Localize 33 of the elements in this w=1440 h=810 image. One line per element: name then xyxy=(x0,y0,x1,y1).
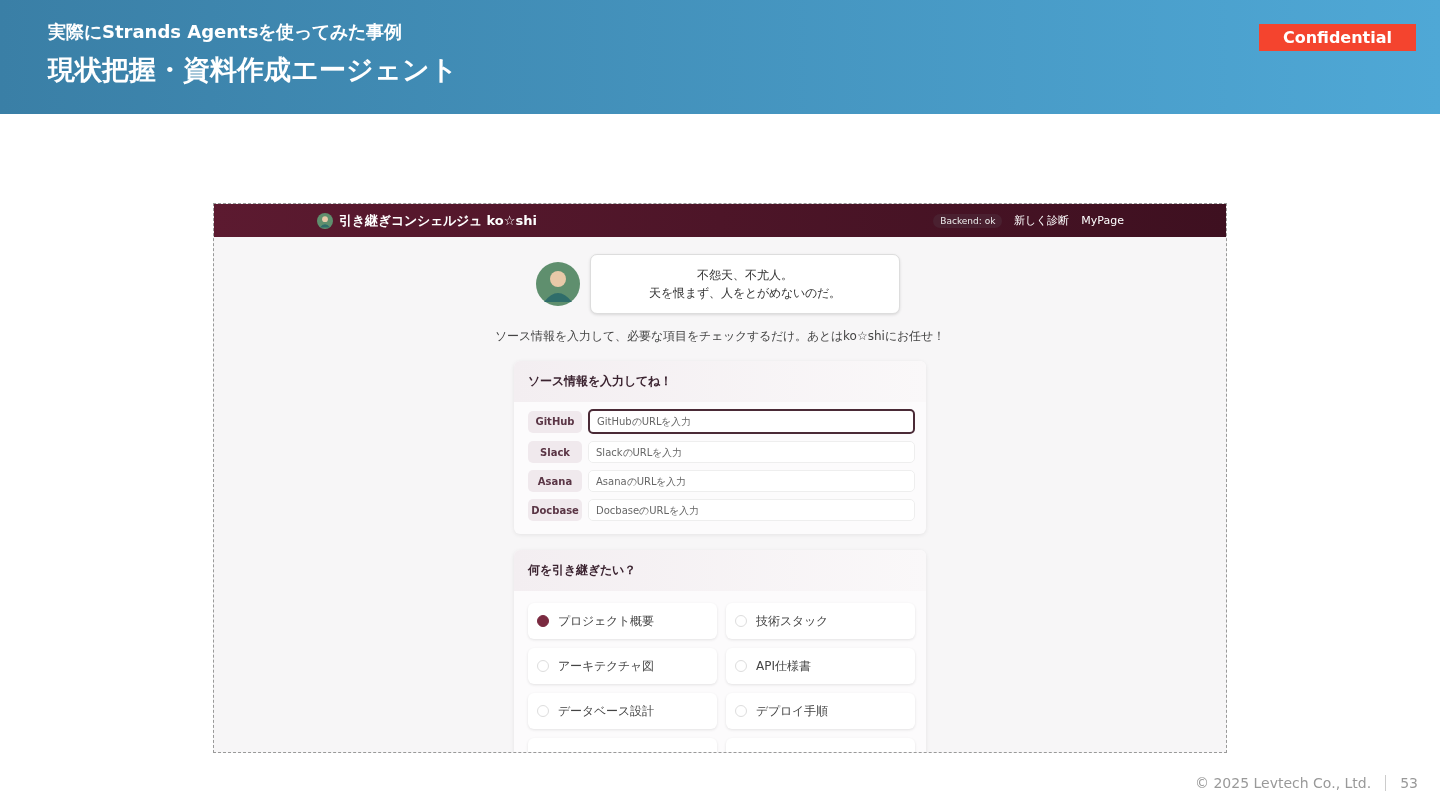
card-title: 何を引き継ぎたい？ xyxy=(528,562,636,579)
nav-link[interactable]: 新しく診断 xyxy=(1014,213,1070,228)
page-number: 53 xyxy=(1400,775,1418,791)
option-card[interactable]: アーキテクチャ図 xyxy=(528,648,717,684)
option-label: データベース設計 xyxy=(558,702,654,720)
option-label: プロジェクト概要 xyxy=(558,612,654,630)
source-label: Docbase xyxy=(528,499,582,521)
nav-link[interactable]: MyPage xyxy=(1081,214,1124,227)
option-label: 技術スタック xyxy=(756,612,828,630)
slide-subtitle: 実際にStrands Agentsを使ってみた事例 xyxy=(48,20,404,44)
source-label: Asana xyxy=(528,470,582,492)
app-brand[interactable]: 引き継ぎコンシェルジュ ko☆shi xyxy=(339,211,537,230)
option-label: デプロイ手順 xyxy=(756,702,828,720)
backend-status: Backend: ok xyxy=(933,213,1003,228)
option-label: アーキテクチャ図 xyxy=(558,657,654,675)
confidential-label: Confidential xyxy=(1258,24,1416,51)
url-field[interactable]: GitHubのURLを入力 xyxy=(588,409,915,434)
radio-button[interactable] xyxy=(537,615,549,627)
option-card[interactable]: データベース設計 xyxy=(528,693,717,729)
avatar-icon xyxy=(317,212,333,229)
option-card[interactable]: API仕様書 xyxy=(726,648,915,684)
slide-title: 現状把握・資料作成エージェント xyxy=(48,53,458,87)
intro-text: ソース情報を入力して、必要な項目をチェックするだけ。あとはko☆shiにお任せ！ xyxy=(495,328,945,345)
copyright-text: © 2025 Levtech Co., Ltd. xyxy=(1195,775,1372,791)
option-card[interactable]: デプロイ手順 xyxy=(726,693,915,729)
source-label: GitHub xyxy=(528,410,582,433)
quote-text: 不怨天、不尤人。 天を恨まず、人をとがめないのだ。 xyxy=(648,267,841,302)
avatar-icon xyxy=(535,262,580,306)
option-card[interactable]: プロジェクト概要 xyxy=(528,603,717,639)
card-title: ソース情報を入力してね！ xyxy=(528,373,672,390)
source-label: Slack xyxy=(528,441,582,463)
option-card[interactable]: 技術スタック xyxy=(726,603,915,639)
option-label: API仕様書 xyxy=(756,657,811,675)
